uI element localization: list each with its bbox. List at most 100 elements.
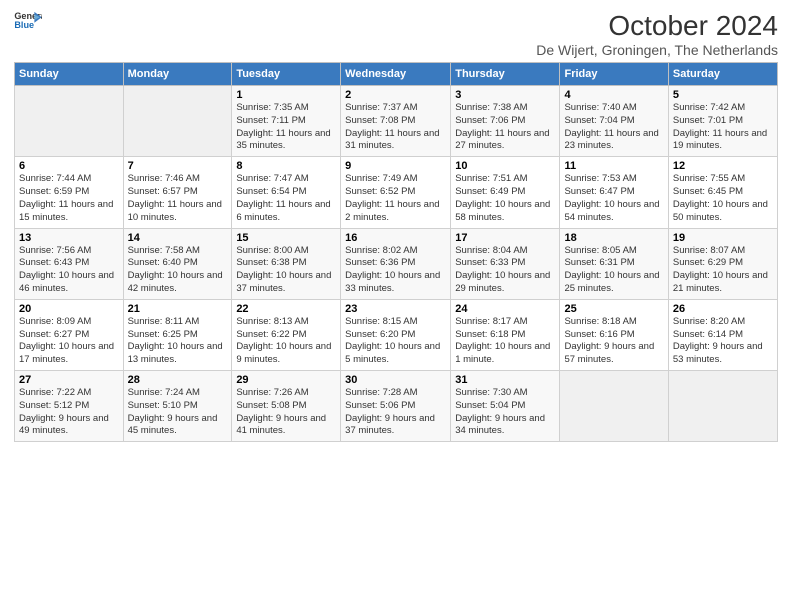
day-number: 6 — [19, 160, 119, 172]
day-number: 14 — [128, 232, 228, 244]
day-number: 26 — [673, 303, 773, 315]
day-cell: 23Sunrise: 8:15 AM Sunset: 6:20 PM Dayli… — [341, 299, 451, 370]
day-cell: 13Sunrise: 7:56 AM Sunset: 6:43 PM Dayli… — [15, 228, 124, 299]
calendar-table: SundayMondayTuesdayWednesdayThursdayFrid… — [14, 62, 778, 442]
week-row: 1Sunrise: 7:35 AM Sunset: 7:11 PM Daylig… — [15, 86, 778, 157]
day-number: 21 — [128, 303, 228, 315]
day-info: Sunrise: 7:56 AM Sunset: 6:43 PM Dayligh… — [19, 245, 119, 296]
day-number: 25 — [564, 303, 663, 315]
day-cell: 9Sunrise: 7:49 AM Sunset: 6:52 PM Daylig… — [341, 157, 451, 228]
col-header-saturday: Saturday — [668, 63, 777, 86]
day-info: Sunrise: 7:38 AM Sunset: 7:06 PM Dayligh… — [455, 102, 555, 153]
day-cell — [15, 86, 124, 157]
day-cell: 12Sunrise: 7:55 AM Sunset: 6:45 PM Dayli… — [668, 157, 777, 228]
day-number: 23 — [345, 303, 446, 315]
day-info: Sunrise: 8:11 AM Sunset: 6:25 PM Dayligh… — [128, 316, 228, 367]
day-number: 16 — [345, 232, 446, 244]
day-info: Sunrise: 7:49 AM Sunset: 6:52 PM Dayligh… — [345, 173, 446, 224]
day-number: 5 — [673, 89, 773, 101]
week-row: 13Sunrise: 7:56 AM Sunset: 6:43 PM Dayli… — [15, 228, 778, 299]
day-cell: 5Sunrise: 7:42 AM Sunset: 7:01 PM Daylig… — [668, 86, 777, 157]
day-cell — [668, 371, 777, 442]
col-header-sunday: Sunday — [15, 63, 124, 86]
day-info: Sunrise: 7:28 AM Sunset: 5:06 PM Dayligh… — [345, 387, 446, 438]
day-cell: 26Sunrise: 8:20 AM Sunset: 6:14 PM Dayli… — [668, 299, 777, 370]
day-info: Sunrise: 8:17 AM Sunset: 6:18 PM Dayligh… — [455, 316, 555, 367]
day-cell: 8Sunrise: 7:47 AM Sunset: 6:54 PM Daylig… — [232, 157, 341, 228]
day-number: 9 — [345, 160, 446, 172]
day-number: 11 — [564, 160, 663, 172]
day-info: Sunrise: 7:26 AM Sunset: 5:08 PM Dayligh… — [236, 387, 336, 438]
col-header-friday: Friday — [560, 63, 668, 86]
day-cell — [123, 86, 232, 157]
day-number: 10 — [455, 160, 555, 172]
col-header-wednesday: Wednesday — [341, 63, 451, 86]
day-number: 8 — [236, 160, 336, 172]
day-number: 4 — [564, 89, 663, 101]
day-info: Sunrise: 8:13 AM Sunset: 6:22 PM Dayligh… — [236, 316, 336, 367]
day-info: Sunrise: 7:58 AM Sunset: 6:40 PM Dayligh… — [128, 245, 228, 296]
day-info: Sunrise: 7:37 AM Sunset: 7:08 PM Dayligh… — [345, 102, 446, 153]
col-header-monday: Monday — [123, 63, 232, 86]
day-cell: 28Sunrise: 7:24 AM Sunset: 5:10 PM Dayli… — [123, 371, 232, 442]
col-header-tuesday: Tuesday — [232, 63, 341, 86]
day-cell: 31Sunrise: 7:30 AM Sunset: 5:04 PM Dayli… — [451, 371, 560, 442]
day-info: Sunrise: 7:51 AM Sunset: 6:49 PM Dayligh… — [455, 173, 555, 224]
day-info: Sunrise: 8:09 AM Sunset: 6:27 PM Dayligh… — [19, 316, 119, 367]
day-number: 3 — [455, 89, 555, 101]
day-cell: 22Sunrise: 8:13 AM Sunset: 6:22 PM Dayli… — [232, 299, 341, 370]
day-cell: 11Sunrise: 7:53 AM Sunset: 6:47 PM Dayli… — [560, 157, 668, 228]
day-cell: 17Sunrise: 8:04 AM Sunset: 6:33 PM Dayli… — [451, 228, 560, 299]
page-title: October 2024 — [536, 10, 778, 42]
day-cell: 10Sunrise: 7:51 AM Sunset: 6:49 PM Dayli… — [451, 157, 560, 228]
day-cell: 25Sunrise: 8:18 AM Sunset: 6:16 PM Dayli… — [560, 299, 668, 370]
day-cell: 27Sunrise: 7:22 AM Sunset: 5:12 PM Dayli… — [15, 371, 124, 442]
day-info: Sunrise: 7:22 AM Sunset: 5:12 PM Dayligh… — [19, 387, 119, 438]
day-number: 22 — [236, 303, 336, 315]
day-info: Sunrise: 7:55 AM Sunset: 6:45 PM Dayligh… — [673, 173, 773, 224]
header: General Blue October 2024 De Wijert, Gro… — [14, 10, 778, 58]
day-info: Sunrise: 8:07 AM Sunset: 6:29 PM Dayligh… — [673, 245, 773, 296]
day-cell — [560, 371, 668, 442]
day-cell: 29Sunrise: 7:26 AM Sunset: 5:08 PM Dayli… — [232, 371, 341, 442]
day-info: Sunrise: 7:35 AM Sunset: 7:11 PM Dayligh… — [236, 102, 336, 153]
day-info: Sunrise: 8:04 AM Sunset: 6:33 PM Dayligh… — [455, 245, 555, 296]
day-info: Sunrise: 8:00 AM Sunset: 6:38 PM Dayligh… — [236, 245, 336, 296]
day-cell: 4Sunrise: 7:40 AM Sunset: 7:04 PM Daylig… — [560, 86, 668, 157]
day-number: 29 — [236, 374, 336, 386]
day-number: 13 — [19, 232, 119, 244]
day-cell: 2Sunrise: 7:37 AM Sunset: 7:08 PM Daylig… — [341, 86, 451, 157]
day-info: Sunrise: 8:15 AM Sunset: 6:20 PM Dayligh… — [345, 316, 446, 367]
day-info: Sunrise: 7:46 AM Sunset: 6:57 PM Dayligh… — [128, 173, 228, 224]
day-number: 2 — [345, 89, 446, 101]
day-number: 12 — [673, 160, 773, 172]
day-info: Sunrise: 7:42 AM Sunset: 7:01 PM Dayligh… — [673, 102, 773, 153]
day-number: 1 — [236, 89, 336, 101]
day-info: Sunrise: 8:02 AM Sunset: 6:36 PM Dayligh… — [345, 245, 446, 296]
day-number: 30 — [345, 374, 446, 386]
day-cell: 19Sunrise: 8:07 AM Sunset: 6:29 PM Dayli… — [668, 228, 777, 299]
day-number: 17 — [455, 232, 555, 244]
day-number: 18 — [564, 232, 663, 244]
title-block: October 2024 De Wijert, Groningen, The N… — [536, 10, 778, 58]
header-row: SundayMondayTuesdayWednesdayThursdayFrid… — [15, 63, 778, 86]
day-cell: 1Sunrise: 7:35 AM Sunset: 7:11 PM Daylig… — [232, 86, 341, 157]
day-cell: 14Sunrise: 7:58 AM Sunset: 6:40 PM Dayli… — [123, 228, 232, 299]
day-info: Sunrise: 7:53 AM Sunset: 6:47 PM Dayligh… — [564, 173, 663, 224]
day-cell: 3Sunrise: 7:38 AM Sunset: 7:06 PM Daylig… — [451, 86, 560, 157]
week-row: 20Sunrise: 8:09 AM Sunset: 6:27 PM Dayli… — [15, 299, 778, 370]
day-cell: 24Sunrise: 8:17 AM Sunset: 6:18 PM Dayli… — [451, 299, 560, 370]
day-cell: 15Sunrise: 8:00 AM Sunset: 6:38 PM Dayli… — [232, 228, 341, 299]
day-cell: 30Sunrise: 7:28 AM Sunset: 5:06 PM Dayli… — [341, 371, 451, 442]
logo: General Blue — [14, 10, 42, 30]
day-info: Sunrise: 7:44 AM Sunset: 6:59 PM Dayligh… — [19, 173, 119, 224]
col-header-thursday: Thursday — [451, 63, 560, 86]
day-info: Sunrise: 8:18 AM Sunset: 6:16 PM Dayligh… — [564, 316, 663, 367]
day-cell: 16Sunrise: 8:02 AM Sunset: 6:36 PM Dayli… — [341, 228, 451, 299]
day-cell: 21Sunrise: 8:11 AM Sunset: 6:25 PM Dayli… — [123, 299, 232, 370]
day-cell: 18Sunrise: 8:05 AM Sunset: 6:31 PM Dayli… — [560, 228, 668, 299]
week-row: 6Sunrise: 7:44 AM Sunset: 6:59 PM Daylig… — [15, 157, 778, 228]
week-row: 27Sunrise: 7:22 AM Sunset: 5:12 PM Dayli… — [15, 371, 778, 442]
page-subtitle: De Wijert, Groningen, The Netherlands — [536, 42, 778, 58]
day-info: Sunrise: 7:30 AM Sunset: 5:04 PM Dayligh… — [455, 387, 555, 438]
